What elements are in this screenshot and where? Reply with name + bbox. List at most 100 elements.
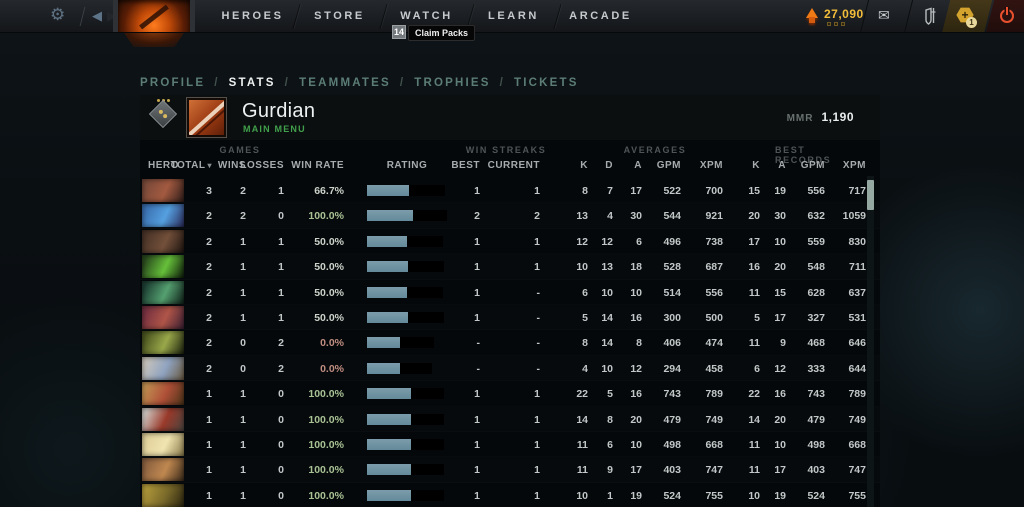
hero-icon[interactable] [142, 179, 184, 202]
rating-bar [367, 185, 445, 196]
tab-tickets[interactable]: TICKETS [514, 77, 579, 89]
hero-icon[interactable] [142, 281, 184, 304]
hero-icon[interactable] [142, 408, 184, 431]
cell-d: 13 [601, 261, 613, 273]
hero-icon[interactable] [142, 306, 184, 329]
nav-item-heroes[interactable]: HEROES [209, 0, 296, 33]
nav-back-icon[interactable]: ◀ [92, 8, 102, 24]
cell-gpm: 544 [663, 210, 681, 222]
cell-best: - [477, 337, 481, 349]
col-header-current[interactable]: CURRENT [488, 160, 540, 171]
table-row[interactable]: 110100.0%11116104986681110498668 [140, 432, 880, 457]
table-row[interactable]: 21150.0%1-610105145561115628637 [140, 280, 880, 305]
cell-d: 14 [601, 337, 613, 349]
cell-d: 7 [607, 185, 613, 197]
col-header-rec-xpm[interactable]: XPM [843, 160, 866, 171]
cell-wins: 0 [240, 363, 246, 375]
cell-gpm: 528 [663, 261, 681, 273]
rating-bar [367, 210, 447, 221]
col-header-total[interactable]: TOTAL▾ [171, 160, 212, 171]
cell-d: 6 [607, 439, 613, 451]
settings-gear-icon[interactable]: ⚙ [50, 5, 65, 25]
hero-icon[interactable] [142, 484, 184, 507]
cell-best: 1 [474, 464, 480, 476]
cell-losses: 2 [278, 337, 284, 349]
breadcrumb-separator: / [285, 77, 290, 89]
table-row[interactable]: 2020.0%--41012294458612333644 [140, 356, 880, 381]
group-label-averages: AVERAGES [624, 145, 687, 155]
table-row[interactable]: 21150.0%1-51416300500517327531 [140, 305, 880, 330]
col-header-avg-a[interactable]: A [634, 160, 642, 171]
col-header-avg-gpm[interactable]: GPM [657, 160, 681, 171]
col-header-best[interactable]: BEST [451, 160, 480, 171]
table-row[interactable]: 32166.7%1187175227001519556717 [140, 178, 880, 203]
cell-a: 19 [630, 490, 642, 502]
table-row[interactable]: 110100.0%11119174037471117403747 [140, 457, 880, 482]
cell-rk: 14 [748, 414, 760, 426]
power-button-icon[interactable] [1000, 9, 1014, 23]
claim-packs-tooltip[interactable]: 14 Claim Packs [392, 25, 475, 41]
table-row[interactable]: 2020.0%--8148406474119468646 [140, 330, 880, 355]
cell-gpm: 524 [663, 490, 681, 502]
col-header-rec-k[interactable]: K [752, 160, 760, 171]
cell-k: 22 [576, 388, 588, 400]
cell-d: 12 [601, 236, 613, 248]
tab-teammates[interactable]: TEAMMATES [299, 77, 391, 89]
table-row[interactable]: 110100.0%11148204797491420479749 [140, 407, 880, 432]
hero-icon[interactable] [142, 433, 184, 456]
col-header-avg-d[interactable]: D [605, 160, 613, 171]
col-header-avg-xpm[interactable]: XPM [700, 160, 723, 171]
dota-blade-mark [139, 5, 169, 30]
cell-xpm: 755 [705, 490, 723, 502]
cell-xpm: 789 [705, 388, 723, 400]
col-header-rating[interactable]: RATING [367, 160, 447, 171]
hero-icon[interactable] [142, 204, 184, 227]
rating-bar-fill [367, 490, 411, 501]
cell-rgpm: 559 [807, 236, 825, 248]
nav-item-learn[interactable]: LEARN [470, 0, 557, 33]
col-header-losses[interactable]: LOSSES [240, 160, 284, 171]
tab-profile[interactable]: PROFILE [140, 77, 205, 89]
tab-stats[interactable]: STATS [229, 77, 276, 89]
col-header-rec-a[interactable]: A [778, 160, 786, 171]
dota-logo-tile[interactable] [113, 0, 195, 33]
col-header-win-rate[interactable]: WIN RATE [291, 160, 344, 171]
cell-rxpm: 644 [848, 363, 866, 375]
armory-icon[interactable] [920, 7, 937, 30]
table-row[interactable]: 220100.0%221343054492120306321059 [140, 203, 880, 228]
nav-item-store[interactable]: STORE [296, 0, 383, 33]
table-row[interactable]: 21150.0%111013185286871620548711 [140, 254, 880, 279]
add-content-hex-icon[interactable]: + 1 [956, 7, 976, 25]
cell-wins: 1 [240, 236, 246, 248]
cell-d: 10 [601, 363, 613, 375]
cell-win_rate: 50.0% [314, 312, 344, 324]
cell-d: 9 [607, 464, 613, 476]
avatar[interactable] [186, 97, 227, 138]
hero-icon[interactable] [142, 458, 184, 481]
cell-win_rate: 100.0% [308, 464, 344, 476]
hero-icon[interactable] [142, 331, 184, 354]
cell-win_rate: 100.0% [308, 414, 344, 426]
hero-icon[interactable] [142, 357, 184, 380]
scrollbar-track[interactable] [867, 176, 874, 507]
cell-wins: 1 [240, 388, 246, 400]
tab-trophies[interactable]: TROPHIES [414, 77, 490, 89]
hero-icon[interactable] [142, 255, 184, 278]
col-header-rec-gpm[interactable]: GPM [801, 160, 825, 171]
nav-item-arcade[interactable]: ARCADE [557, 0, 644, 33]
hero-icon[interactable] [142, 230, 184, 253]
table-row[interactable]: 110100.0%11101195247551019524755 [140, 483, 880, 507]
player-name: Gurdian [242, 100, 315, 123]
stats-table-panel: GAMES WIN STREAKS AVERAGES BEST RECORDS … [140, 140, 880, 507]
rating-bar-fill [367, 287, 407, 298]
hero-icon[interactable] [142, 382, 184, 405]
mail-icon[interactable]: ✉ [878, 7, 890, 24]
table-row[interactable]: 110100.0%11225167437892216743789 [140, 381, 880, 406]
cell-xpm: 921 [705, 210, 723, 222]
col-header-avg-k[interactable]: K [580, 160, 588, 171]
scrollbar-thumb[interactable] [867, 180, 874, 210]
table-row[interactable]: 21150.0%11121264967381710559830 [140, 229, 880, 254]
cell-rk: 11 [749, 439, 760, 451]
top-navbar: ⚙ ◀ ▶ HEROES STORE WATCH LEARN ARCADE 27… [0, 0, 1024, 33]
rating-bar-fill [367, 210, 413, 221]
